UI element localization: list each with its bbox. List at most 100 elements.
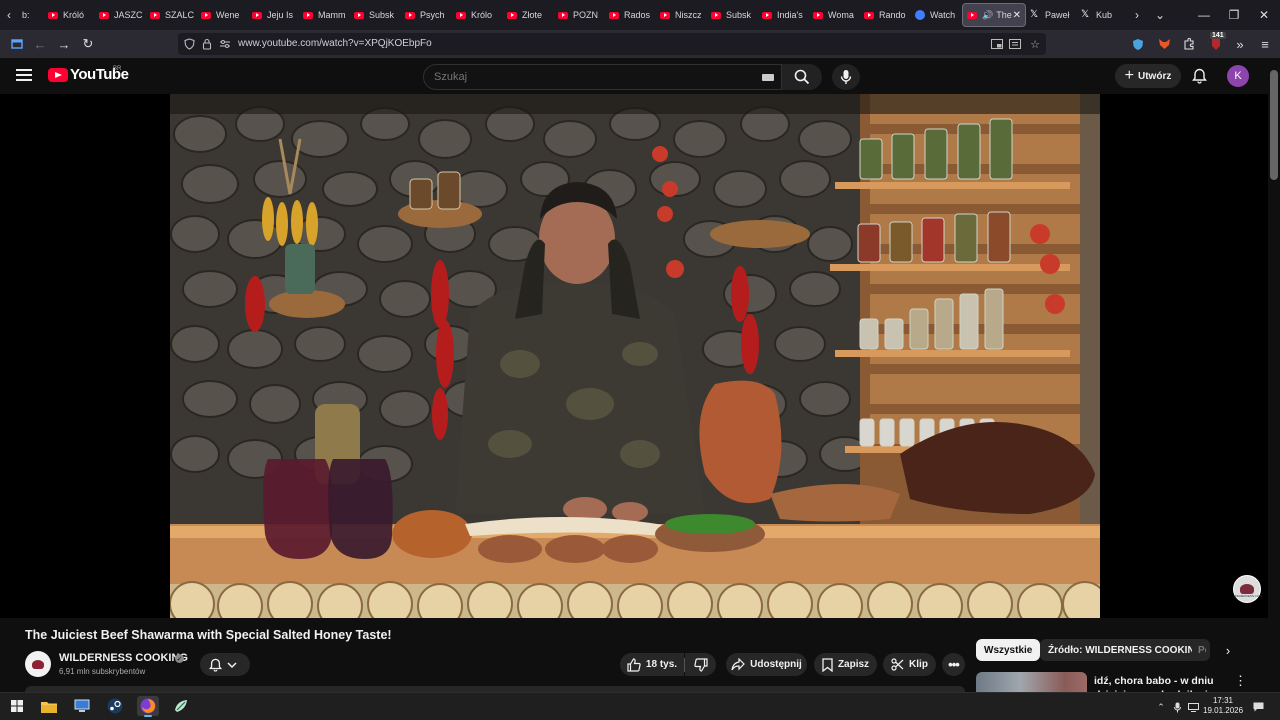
browser-tab[interactable]: Złote bbox=[503, 3, 554, 27]
voice-search-button[interactable] bbox=[832, 64, 860, 90]
video-scene-image bbox=[170, 94, 1100, 618]
save-button[interactable]: Zapisz bbox=[814, 653, 877, 676]
share-button[interactable]: Udostępnij bbox=[726, 653, 807, 676]
browser-tab[interactable]: SZALC bbox=[146, 3, 197, 27]
network-tray-icon[interactable] bbox=[1187, 701, 1199, 713]
channel-watermark[interactable] bbox=[1233, 575, 1261, 603]
browser-tab[interactable]: Rando bbox=[860, 3, 911, 27]
search-input[interactable] bbox=[434, 71, 734, 83]
close-tab-icon[interactable]: ✕ bbox=[1013, 10, 1021, 21]
browser-tab[interactable]: India's bbox=[758, 3, 809, 27]
notification-center-icon[interactable] bbox=[1252, 701, 1264, 713]
url-text[interactable]: www.youtube.com/watch?v=XPQjKOEbpFo bbox=[238, 38, 432, 49]
subscriber-count: 6,91 mln subskrybentów bbox=[59, 667, 146, 676]
tab-label: The bbox=[996, 10, 1012, 20]
microphone-tray-icon[interactable] bbox=[1171, 701, 1183, 713]
tab-label: Wene bbox=[216, 10, 240, 20]
list-all-tabs-icon[interactable]: ⌄ bbox=[1146, 0, 1174, 30]
browser-tab[interactable]: 𝕏 Paweł bbox=[1026, 3, 1077, 27]
clip-button[interactable]: Klip bbox=[883, 653, 936, 676]
youtube-icon bbox=[303, 11, 313, 19]
recommendation-title[interactable]: idź, chora babo - w dniu dzisiejszym cho… bbox=[1094, 674, 1234, 692]
account-avatar[interactable]: K bbox=[1227, 65, 1249, 87]
video-player[interactable] bbox=[0, 94, 1268, 618]
kebab-menu-icon[interactable]: ⋮ bbox=[1234, 673, 1247, 689]
browser-tab[interactable]: Psych bbox=[401, 3, 452, 27]
browser-tab[interactable]: 𝕏 Kub bbox=[1077, 3, 1128, 27]
tab-label: b: bbox=[22, 10, 30, 20]
notifications-button[interactable] bbox=[1190, 67, 1208, 85]
tab-scroll-right-icon[interactable]: › bbox=[1128, 0, 1146, 30]
recommendation-thumbnail[interactable] bbox=[976, 672, 1087, 692]
firefox-icon[interactable] bbox=[137, 696, 159, 717]
browser-tab[interactable]: POZN bbox=[554, 3, 605, 27]
more-actions-button[interactable]: ••• bbox=[942, 653, 965, 676]
youtube-logo-icon[interactable] bbox=[48, 68, 68, 82]
vpn-app-icon[interactable] bbox=[170, 696, 192, 716]
extensions-puzzle-icon[interactable] bbox=[1180, 35, 1198, 53]
tab-label: Psych bbox=[420, 10, 445, 20]
browser-tab[interactable]: Rados bbox=[605, 3, 656, 27]
reader-view-icon[interactable] bbox=[1008, 37, 1022, 51]
browser-tab[interactable]: Królo bbox=[452, 3, 503, 27]
back-icon[interactable]: ← bbox=[31, 35, 49, 53]
browser-tab[interactable]: b: bbox=[18, 3, 44, 27]
channel-avatar[interactable] bbox=[25, 651, 51, 677]
remote-desktop-icon[interactable] bbox=[71, 696, 93, 716]
windows-start-icon[interactable] bbox=[6, 696, 28, 716]
hamburger-menu-icon[interactable] bbox=[16, 69, 32, 83]
tracking-shield-icon[interactable] bbox=[182, 37, 196, 51]
browser-tab[interactable]: Wene bbox=[197, 3, 248, 27]
keyboard-icon[interactable] bbox=[762, 74, 774, 81]
browser-tab[interactable]: Niszcz bbox=[656, 3, 707, 27]
create-button[interactable]: + Utwórz bbox=[1115, 64, 1181, 88]
address-bar[interactable]: www.youtube.com/watch?v=XPQjKOEbpFo ☆ bbox=[178, 33, 1046, 55]
tab-scroll-left-icon[interactable]: ‹ bbox=[0, 0, 18, 30]
search-button[interactable] bbox=[782, 64, 822, 90]
chip-partial[interactable]: Po bbox=[1192, 639, 1206, 661]
browser-tab[interactable]: JASZC bbox=[95, 3, 146, 27]
speaker-icon[interactable]: 🔊 bbox=[982, 10, 993, 21]
picture-in-picture-icon[interactable] bbox=[990, 37, 1004, 51]
bookmark-star-icon[interactable]: ☆ bbox=[1028, 37, 1042, 51]
search-box[interactable] bbox=[423, 64, 782, 90]
app-menu-icon[interactable]: ≡ bbox=[1256, 35, 1274, 53]
scrollbar-thumb[interactable] bbox=[1270, 70, 1278, 180]
fox-extension-icon[interactable] bbox=[1155, 35, 1173, 53]
firefox-view-icon[interactable] bbox=[8, 35, 26, 53]
tray-chevron-up-icon[interactable]: ⌃ bbox=[1155, 701, 1167, 713]
restore-icon[interactable]: ❐ bbox=[1218, 0, 1250, 30]
permissions-icon[interactable] bbox=[218, 37, 232, 51]
clip-label: Klip bbox=[909, 659, 928, 670]
more-tools-icon[interactable]: » bbox=[1231, 35, 1249, 53]
reload-icon[interactable]: ↻ bbox=[79, 35, 97, 53]
browser-tab[interactable]: Jeju Is bbox=[248, 3, 299, 27]
chip-source-channel[interactable]: Źródło: WILDERNESS COOKING bbox=[1040, 639, 1211, 661]
ublock-icon[interactable]: 141 bbox=[1205, 32, 1227, 53]
browser-tab[interactable]: Mamm bbox=[299, 3, 350, 27]
taskbar-clock[interactable]: 17:31 19.01.2026 bbox=[1203, 696, 1243, 716]
file-explorer-icon[interactable] bbox=[38, 696, 60, 716]
browser-tab[interactable]: Subsk bbox=[350, 3, 401, 27]
subscription-bell-button[interactable] bbox=[200, 653, 250, 676]
close-window-icon[interactable]: ✕ bbox=[1248, 0, 1280, 30]
minimize-icon[interactable]: — bbox=[1188, 0, 1220, 30]
dislike-button[interactable] bbox=[685, 653, 716, 676]
video-frame[interactable] bbox=[170, 94, 1100, 618]
steam-icon[interactable] bbox=[104, 696, 126, 716]
shield-extension-icon[interactable] bbox=[1129, 35, 1147, 53]
channel-name[interactable]: WILDERNESS COOKING bbox=[59, 652, 188, 664]
browser-tab[interactable]: Watch bbox=[911, 3, 962, 27]
forward-icon[interactable]: → bbox=[55, 35, 73, 53]
youtube-icon bbox=[48, 11, 58, 19]
lock-icon[interactable] bbox=[200, 37, 214, 51]
browser-tab[interactable]: Króló bbox=[44, 3, 95, 27]
pot-logo-icon bbox=[1240, 584, 1254, 594]
browser-tab[interactable]: Woma bbox=[809, 3, 860, 27]
bookmark-icon bbox=[822, 657, 833, 672]
browser-tab-active[interactable]: 🔊 The ✕ bbox=[962, 3, 1026, 27]
like-button[interactable]: 18 tys. bbox=[620, 653, 684, 676]
chip-all[interactable]: Wszystkie bbox=[976, 639, 1041, 661]
browser-tab[interactable]: Subsk bbox=[707, 3, 758, 27]
chevron-right-icon[interactable]: › bbox=[1220, 642, 1236, 658]
